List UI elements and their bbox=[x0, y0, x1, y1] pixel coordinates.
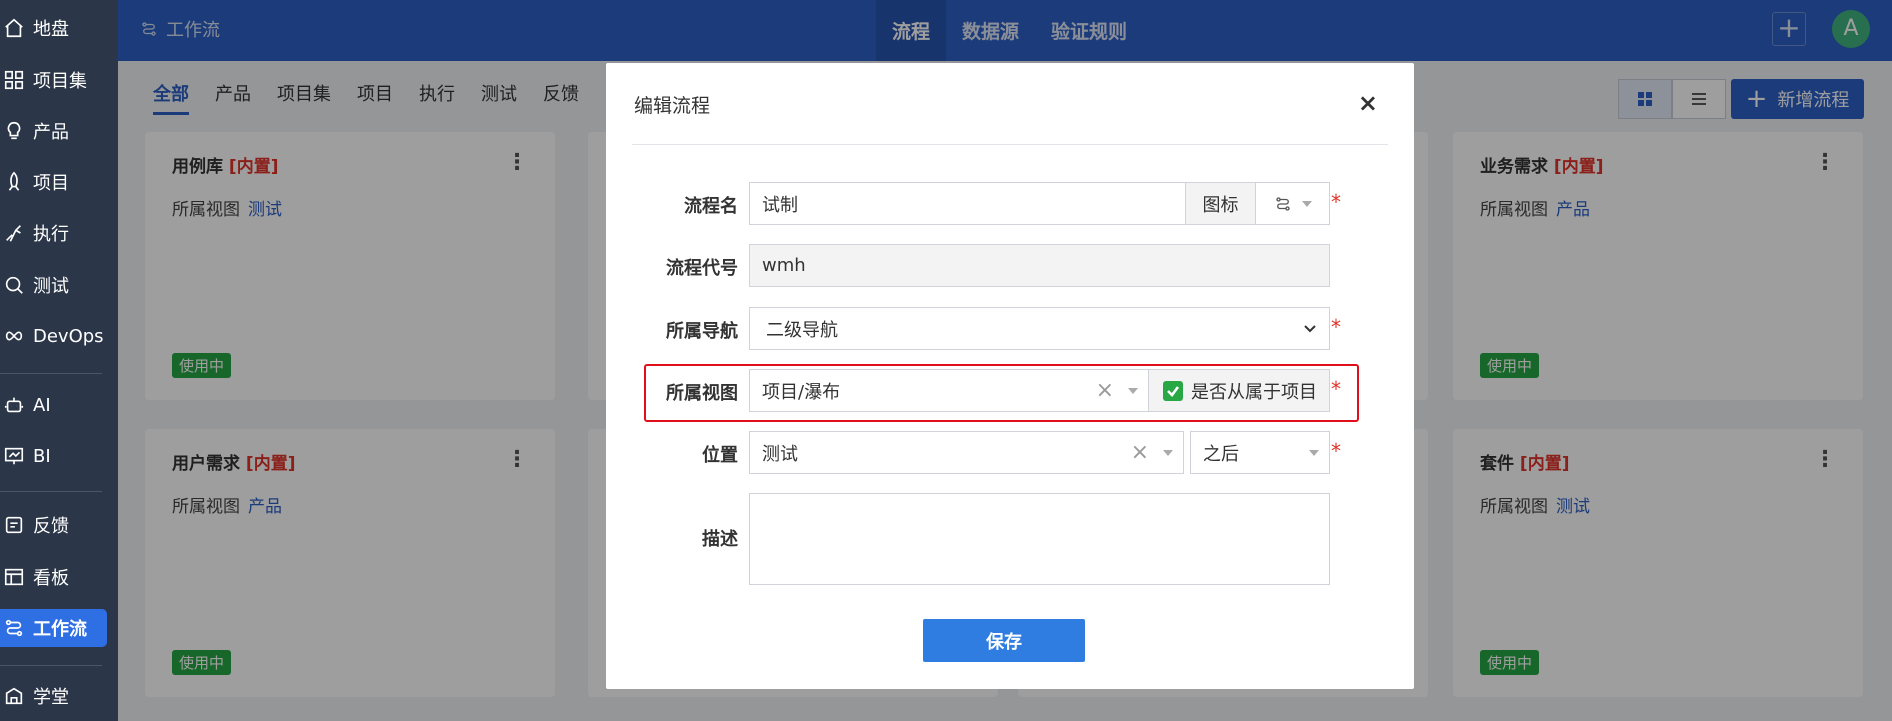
grid-icon bbox=[2, 68, 26, 92]
sidebar-item-label: 项目集 bbox=[33, 71, 87, 92]
sidebar-item-school[interactable]: 学堂 bbox=[0, 677, 110, 715]
search-bug-icon bbox=[2, 273, 26, 297]
sidebar-item-label: DevOps bbox=[33, 325, 104, 347]
description-textarea[interactable] bbox=[749, 493, 1330, 585]
sidebar-item-feedback[interactable]: 反馈 bbox=[0, 506, 110, 544]
infinity-icon bbox=[2, 324, 26, 348]
sidebar-item-label: BI bbox=[33, 445, 51, 467]
chart-board-icon bbox=[2, 444, 26, 468]
sidebar-item-label: AI bbox=[33, 394, 51, 416]
sidebar-item-label: 看板 bbox=[33, 568, 69, 589]
sidebar-item-ai[interactable]: AI bbox=[0, 386, 110, 424]
sidebar-item-label: 工作流 bbox=[33, 619, 87, 640]
sidebar-item-label: 学堂 bbox=[33, 687, 69, 708]
sidebar-divider bbox=[0, 491, 102, 492]
sidebar-item-kanban[interactable]: 看板 bbox=[0, 558, 110, 596]
sidebar-item-label: 地盘 bbox=[33, 19, 69, 40]
chevron-down-icon bbox=[1304, 324, 1316, 332]
clear-icon[interactable]: × bbox=[1131, 440, 1149, 465]
sidebar-item-dashboard[interactable]: 地盘 bbox=[0, 9, 110, 47]
kanban-icon bbox=[2, 565, 26, 589]
sidebar-item-label: 反馈 bbox=[33, 516, 69, 537]
position-label: 位置 bbox=[702, 445, 738, 466]
sidebar-item-label: 执行 bbox=[33, 224, 69, 245]
caret-down-icon bbox=[1301, 200, 1312, 207]
name-label: 流程名 bbox=[684, 196, 738, 217]
position-order-select[interactable]: 之后 bbox=[1190, 431, 1330, 474]
code-label: 流程代号 bbox=[666, 258, 738, 279]
icon-select[interactable] bbox=[1255, 182, 1330, 225]
nav-select[interactable]: 二级导航 bbox=[749, 307, 1330, 350]
sidebar-item-label: 产品 bbox=[33, 122, 69, 143]
description-label: 描述 bbox=[702, 529, 738, 550]
sidebar-item-project[interactable]: 项目 bbox=[0, 163, 110, 201]
annotation-highlight bbox=[644, 364, 1359, 422]
sidebar-item-product[interactable]: 产品 bbox=[0, 112, 110, 150]
sidebar: 地盘 项目集 产品 项目 执行 测试 DevOps AI BI 反馈 看板 工作… bbox=[0, 0, 118, 721]
save-button[interactable]: 保存 bbox=[923, 619, 1085, 662]
code-input[interactable]: wmh bbox=[749, 244, 1330, 287]
sidebar-item-devops[interactable]: DevOps bbox=[0, 317, 110, 355]
icon-label: 图标 bbox=[1185, 182, 1256, 225]
home-icon bbox=[2, 16, 26, 40]
caret-down-icon bbox=[1309, 449, 1319, 456]
sidebar-divider bbox=[0, 373, 102, 374]
sidebar-item-execution[interactable]: 执行 bbox=[0, 214, 110, 252]
dialog-title: 编辑流程 bbox=[634, 95, 711, 117]
sidebar-item-workflow[interactable]: 工作流 bbox=[0, 609, 107, 647]
close-icon[interactable]: × bbox=[1358, 89, 1378, 117]
workflow-icon bbox=[1275, 196, 1290, 211]
nav-select-value: 二级导航 bbox=[766, 319, 838, 341]
position-select[interactable]: 测试 × bbox=[749, 431, 1184, 474]
position-select-value: 测试 bbox=[762, 443, 798, 465]
nav-label: 所属导航 bbox=[666, 321, 738, 342]
school-icon bbox=[2, 684, 26, 708]
name-input[interactable]: 试制 bbox=[749, 182, 1186, 225]
sidebar-item-label: 项目 bbox=[33, 173, 69, 194]
sidebar-item-test[interactable]: 测试 bbox=[0, 266, 110, 304]
feedback-icon bbox=[2, 513, 26, 537]
required-mark: * bbox=[1331, 190, 1341, 214]
caret-down-icon bbox=[1163, 449, 1173, 456]
sidebar-item-bi[interactable]: BI bbox=[0, 437, 110, 475]
edit-workflow-dialog: 编辑流程 × 流程名 试制 图标 * 流程代号 wmh 所属导航 二级导航 * … bbox=[606, 63, 1414, 689]
sidebar-item-label: 测试 bbox=[33, 276, 69, 297]
robot-icon bbox=[2, 393, 26, 417]
run-icon bbox=[2, 221, 26, 245]
sidebar-divider bbox=[0, 665, 102, 666]
required-mark: * bbox=[1331, 315, 1341, 339]
required-mark: * bbox=[1331, 439, 1341, 463]
dialog-divider bbox=[632, 144, 1388, 145]
workflow-icon bbox=[2, 616, 26, 640]
rocket-icon bbox=[2, 170, 26, 194]
bulb-icon bbox=[2, 119, 26, 143]
sidebar-item-program[interactable]: 项目集 bbox=[0, 61, 110, 99]
position-order-value: 之后 bbox=[1203, 443, 1239, 465]
